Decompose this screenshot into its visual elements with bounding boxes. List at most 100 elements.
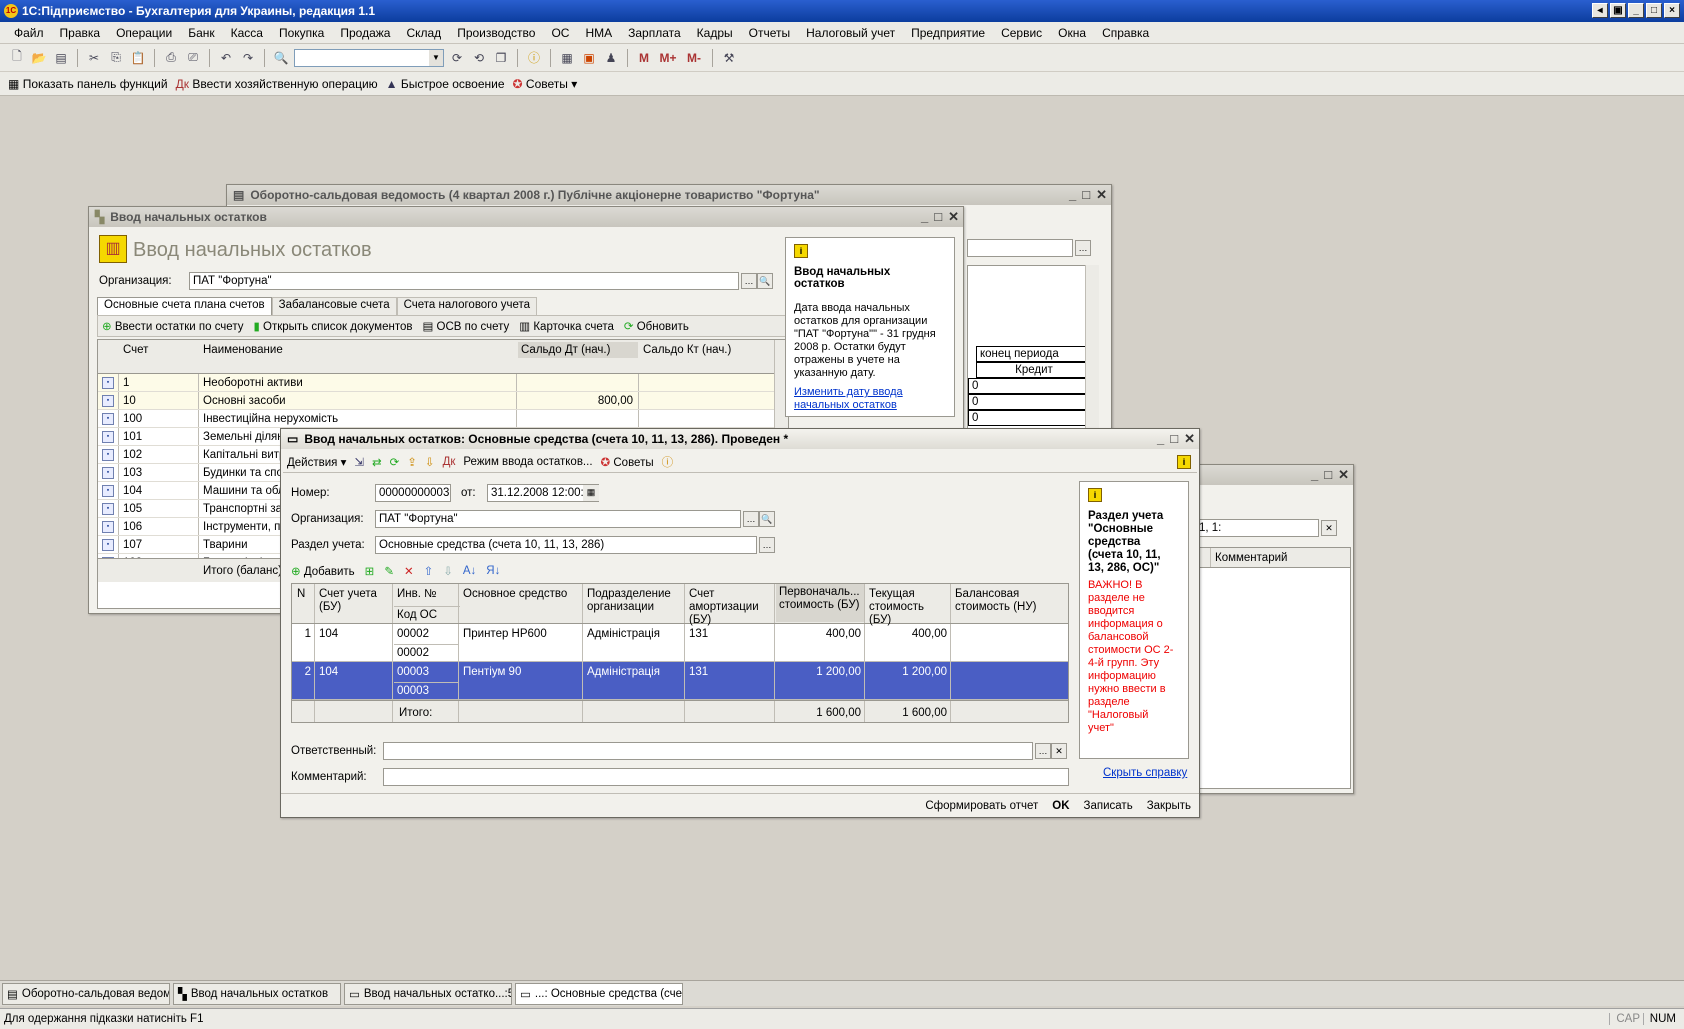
minimize-icon[interactable]: _ [1069, 187, 1076, 203]
help-icon[interactable]: ⓘ [662, 454, 674, 470]
report-button[interactable]: Сформировать отчет [925, 800, 1038, 812]
osv-field-select-button[interactable]: … [1075, 240, 1091, 256]
section-select-button[interactable]: … [759, 537, 775, 553]
menu-bank[interactable]: Банк [188, 26, 214, 40]
responsible-select-button[interactable]: … [1035, 743, 1051, 759]
menu-file[interactable]: Файл [14, 26, 44, 40]
app-close-button[interactable]: × [1664, 3, 1680, 18]
menu-edit[interactable]: Правка [60, 26, 101, 40]
sort-asc-icon[interactable]: A↓ [463, 565, 476, 577]
menu-production[interactable]: Производство [457, 26, 535, 40]
change-date-link[interactable]: Изменить дату ввода начальных остатков [794, 386, 939, 412]
find-next-icon[interactable]: ⟳ [448, 49, 466, 67]
os-row[interactable]: 1 104 00002 00002 Принтер HP600 Адміністрація… [292, 624, 1068, 662]
menu-enterprise[interactable]: Предприятие [911, 26, 985, 40]
org-select-button[interactable]: … [743, 511, 759, 527]
sort-desc-icon[interactable]: Я↓ [486, 565, 500, 577]
task-osv[interactable]: ▤ Оборотно-сальдовая ведом... [2, 982, 170, 1005]
ok-button[interactable]: OK [1052, 800, 1069, 812]
tips-button[interactable]: ✪ Советы ▾ [513, 77, 578, 91]
users-icon[interactable]: ♟ [602, 49, 620, 67]
structure-icon[interactable]: ⇩ [425, 455, 435, 469]
hide-help-link[interactable]: Скрыть справку [1103, 767, 1187, 779]
quick-learn-button[interactable]: ▲ Быстрое освоение [386, 77, 505, 91]
find-icon[interactable]: 🔍 [272, 49, 290, 67]
menu-sale[interactable]: Продажа [340, 26, 390, 40]
copy-row-icon[interactable]: ⊞ [365, 564, 375, 578]
save-button[interactable]: Записать [1084, 800, 1133, 812]
redo-icon[interactable]: ↷ [239, 49, 257, 67]
osv-button[interactable]: ▤ ОСВ по счету [422, 319, 509, 333]
info-toggle-icon[interactable]: i [1177, 454, 1191, 469]
refresh-icon[interactable]: ⟳ [390, 455, 400, 469]
org-field[interactable]: ПАТ "Фортуна" [375, 510, 741, 528]
section-field[interactable]: Основные средства (счета 10, 11, 13, 286… [375, 536, 757, 554]
close-button[interactable]: Закрыть [1147, 800, 1191, 812]
print-preview-icon[interactable]: ⎚ [184, 49, 202, 67]
paste-icon[interactable]: 📋 [129, 49, 147, 67]
minimize-icon[interactable]: _ [1157, 431, 1164, 447]
task-initial-balances-doc[interactable]: ▭ Ввод начальных остатко...:59 [344, 982, 512, 1005]
open-docs-button[interactable]: ▮ Открыть список документов [253, 319, 412, 333]
number-field[interactable]: 00000000003 [375, 484, 451, 502]
calendar-icon[interactable]: ▦ [583, 485, 599, 501]
tools-icon[interactable]: ⚒ [720, 49, 738, 67]
close-icon[interactable]: ✕ [948, 209, 959, 225]
move-up-icon[interactable]: ⇧ [424, 564, 434, 578]
cut-icon[interactable]: ✂ [85, 49, 103, 67]
mode-button[interactable]: Режим ввода остатков... [463, 456, 592, 468]
maximize-icon[interactable]: □ [1082, 187, 1090, 203]
os-row[interactable]: 2 104 00003 00003 Пентіум 90 Адміністрація 131… [292, 662, 1068, 700]
move-icon[interactable]: ⇄ [372, 455, 382, 469]
osv-window-titlebar[interactable]: ▤ Оборотно-сальдовая ведомость (4 кварта… [227, 185, 1111, 205]
account-row[interactable]: ▪ 1 Необоротні активи [98, 374, 774, 392]
dt-kt-icon[interactable]: Дк [443, 456, 456, 468]
initial-balances-titlebar[interactable]: ▚ Ввод начальных остатков _ □ ✕ [89, 207, 963, 227]
menu-service[interactable]: Сервис [1001, 26, 1042, 40]
based-on-icon[interactable]: ⇪ [407, 455, 417, 469]
copy-icon[interactable]: ⎘ [107, 49, 125, 67]
undo-icon[interactable]: ↶ [217, 49, 235, 67]
menu-reports[interactable]: Отчеты [749, 26, 790, 40]
enter-balances-button[interactable]: ⊕ Ввести остатки по счету [102, 319, 243, 333]
menu-purchase[interactable]: Покупка [279, 26, 324, 40]
show-panel-button[interactable]: ▦ Показать панель функций [8, 77, 168, 91]
minimize-icon[interactable]: _ [1311, 467, 1318, 483]
add-button[interactable]: ⊕ Добавить [291, 564, 355, 578]
delete-icon[interactable]: ✕ [404, 564, 414, 578]
memory-mminus-icon[interactable]: M- [683, 49, 705, 67]
memory-m-icon[interactable]: M [635, 49, 653, 67]
refresh-button[interactable]: ⟳ Обновить [624, 319, 689, 333]
org-select-button[interactable]: … [741, 273, 757, 289]
calendar-icon[interactable]: ▣ [580, 49, 598, 67]
new-document-icon[interactable]: 🗋 [8, 49, 26, 67]
maximize-icon[interactable]: □ [1170, 431, 1178, 447]
post-icon[interactable]: ⇲ [354, 455, 364, 469]
card-button[interactable]: ▥ Карточка счета [519, 319, 614, 333]
actions-menu[interactable]: Действия ▾ [287, 455, 346, 469]
edit-icon[interactable]: ✎ [384, 564, 394, 578]
maximize-icon[interactable]: □ [1324, 467, 1332, 483]
menu-operations[interactable]: Операции [116, 26, 172, 40]
app-minimize-button[interactable]: _ [1628, 3, 1644, 18]
tab-offbalance[interactable]: Забалансовые счета [271, 297, 397, 315]
org-field[interactable]: ПАТ "Фортуна" [189, 272, 739, 290]
menu-tax[interactable]: Налоговый учет [806, 26, 895, 40]
clear-icon[interactable]: ✕ [1321, 520, 1337, 536]
osv-field[interactable] [967, 239, 1073, 257]
menu-os[interactable]: ОС [551, 26, 569, 40]
save-icon[interactable]: ▤ [52, 49, 70, 67]
print-icon[interactable]: ⎙ [162, 49, 180, 67]
move-down-icon[interactable]: ⇩ [443, 564, 453, 578]
responsible-clear-icon[interactable]: ✕ [1051, 743, 1067, 759]
task-initial-balances[interactable]: ▚ Ввод начальных остатков [173, 982, 341, 1005]
close-icon[interactable]: ✕ [1096, 187, 1107, 203]
maximize-icon[interactable]: □ [934, 209, 942, 225]
account-row[interactable]: ▪ 100 Інвестиційна нерухомість [98, 410, 774, 428]
app-window-icon[interactable]: ▣ [1610, 3, 1626, 18]
tab-tax-accounts[interactable]: Счета налогового учета [396, 297, 538, 315]
menu-warehouse[interactable]: Склад [406, 26, 441, 40]
search-dropdown-icon[interactable]: ▼ [429, 49, 443, 66]
org-search-icon[interactable]: 🔍 [759, 511, 775, 527]
menu-cash[interactable]: Касса [231, 26, 263, 40]
